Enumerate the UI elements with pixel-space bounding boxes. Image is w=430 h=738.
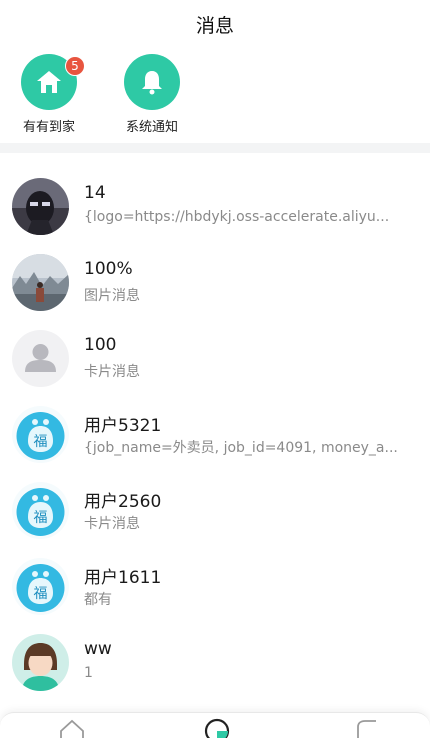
shortcut-bar: 5 有有到家 系统通知 [0, 54, 430, 140]
conversation-preview: {job_name=外卖员, job_id=4091, money_a... [84, 440, 398, 456]
conversation-name: 100 [84, 335, 117, 355]
list-item[interactable]: 100 卡片消息 [0, 305, 430, 387]
shortcut-youyou-home[interactable]: 5 有有到家 [9, 54, 89, 135]
fu-character: 福 [34, 510, 48, 526]
conversation-preview: {logo=https://hbdykj.oss-accelerate.aliy… [84, 209, 390, 225]
fu-bag-avatar: 福 [12, 482, 69, 539]
message-tab-icon[interactable] [202, 717, 232, 738]
conversation-preview: 卡片消息 [84, 516, 140, 532]
header: 消息 [0, 0, 430, 48]
list-item[interactable]: 福 用户1611 都有 [0, 533, 430, 615]
shortcut-system-notice[interactable]: 系统通知 [112, 54, 192, 135]
conversation-name: 14 [84, 183, 106, 203]
dark-character-avatar [12, 178, 69, 235]
fu-bag-avatar: 福 [12, 406, 69, 463]
conversation-name: 用户5321 [84, 416, 162, 436]
home-icon [37, 71, 61, 93]
message-list: 14 {logo=https://hbdykj.oss-accelerate.a… [0, 153, 430, 691]
bell-icon [142, 71, 162, 95]
conversation-name: 用户2560 [84, 492, 162, 512]
fu-character: 福 [34, 434, 48, 450]
conversation-preview: 1 [84, 665, 93, 681]
bottom-tab-bar [0, 712, 430, 738]
shortcut-label: 系统通知 [125, 120, 178, 135]
list-item[interactable]: 福 用户2560 卡片消息 [0, 457, 430, 539]
shortcut-circle: 5 [21, 54, 85, 110]
fu-character: 福 [34, 586, 48, 602]
profile-tab-icon[interactable] [352, 717, 382, 738]
landscape-photo-avatar [12, 254, 69, 311]
section-divider [0, 143, 430, 153]
default-person-avatar [12, 330, 69, 387]
shortcut-label: 有有到家 [22, 120, 75, 135]
home-tab-icon[interactable] [57, 717, 87, 738]
conversation-name: 100% [84, 259, 133, 279]
page-title: 消息 [195, 14, 234, 37]
fu-bag-avatar: 福 [12, 558, 69, 615]
list-item[interactable]: ww 1 [0, 609, 430, 691]
conversation-name: 用户1611 [84, 568, 162, 588]
conversation-preview: 图片消息 [84, 288, 140, 304]
conversation-name: ww [84, 639, 112, 659]
conversation-preview: 卡片消息 [84, 364, 140, 380]
conversation-preview: 都有 [84, 592, 112, 608]
list-item[interactable]: 福 用户5321 {job_name=外卖员, job_id=4091, mon… [0, 381, 430, 463]
cartoon-girl-avatar [12, 634, 69, 691]
list-item[interactable]: 100% 图片消息 [0, 229, 430, 311]
list-item[interactable]: 14 {logo=https://hbdykj.oss-accelerate.a… [0, 153, 430, 235]
unread-badge: 5 [65, 56, 85, 76]
shortcut-circle [124, 54, 180, 110]
